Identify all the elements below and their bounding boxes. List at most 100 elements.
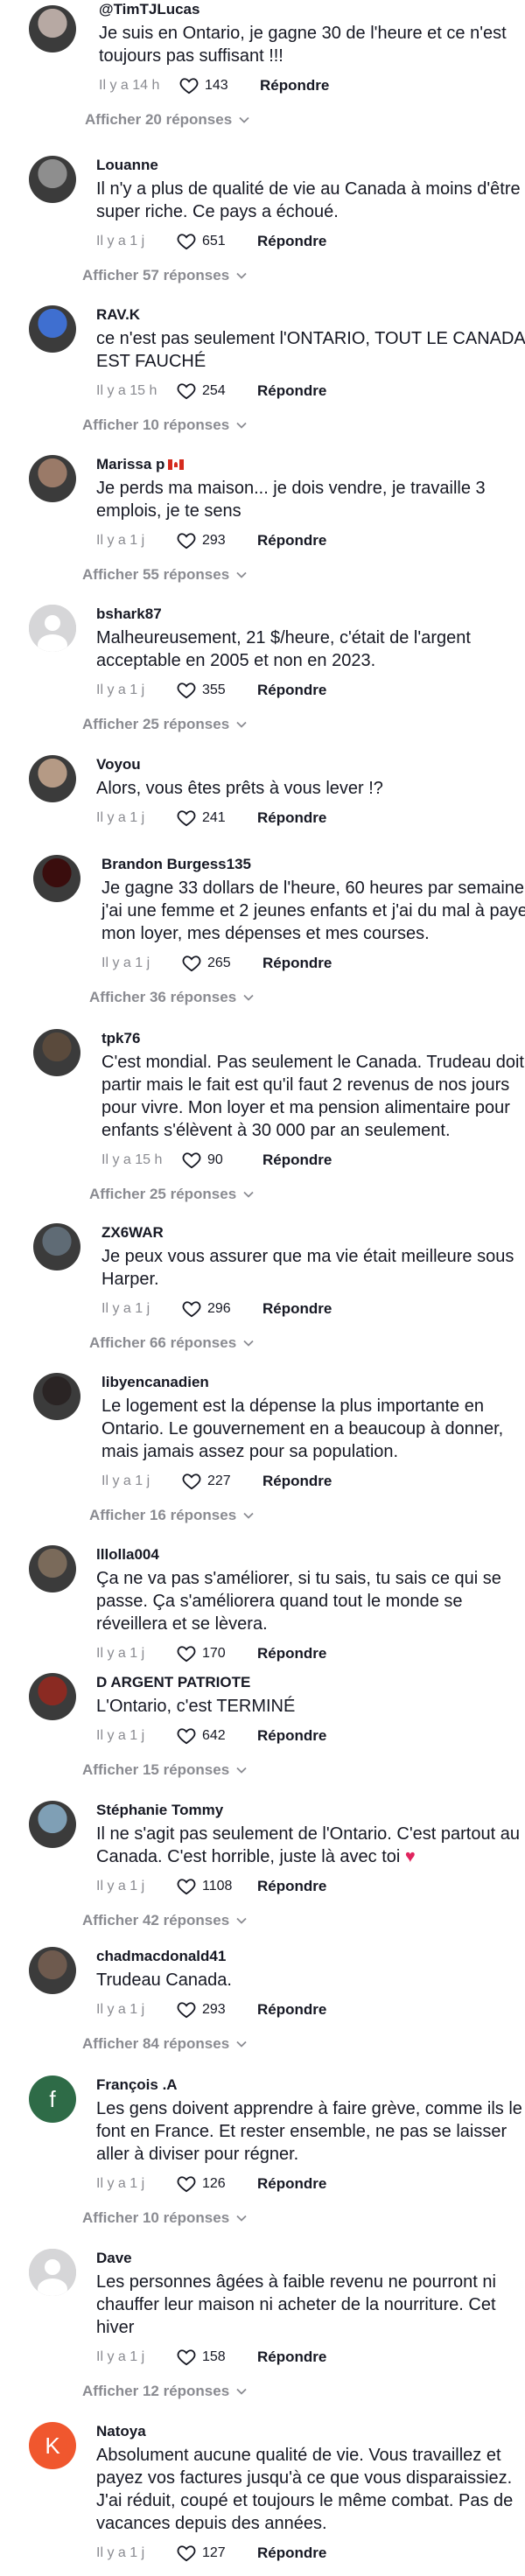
comment-username[interactable]: Louanne bbox=[96, 156, 525, 175]
like-button[interactable]: 1108 bbox=[177, 1878, 257, 1895]
like-button[interactable]: 90 bbox=[182, 1152, 262, 1169]
view-replies-button[interactable]: Afficher 55 réponses bbox=[82, 566, 525, 584]
avatar[interactable] bbox=[29, 1947, 76, 1994]
avatar[interactable] bbox=[29, 1673, 76, 1720]
like-button[interactable]: 651 bbox=[177, 233, 257, 250]
reply-button[interactable]: Répondre bbox=[262, 1473, 332, 1490]
heart-icon bbox=[177, 2348, 202, 2366]
comment-username[interactable]: Stéphanie Tommy bbox=[96, 1801, 525, 1820]
reply-button[interactable]: Répondre bbox=[257, 2348, 326, 2366]
reply-button[interactable]: Répondre bbox=[262, 955, 332, 972]
like-button[interactable]: 227 bbox=[182, 1473, 262, 1490]
comment-text-line: vacances depuis des années. bbox=[96, 2514, 327, 2533]
comment-timestamp: Il y a 1 j bbox=[96, 2545, 145, 2560]
avatar[interactable] bbox=[29, 1545, 76, 1592]
comment-text: Il n'y a plus de qualité de vie au Canad… bbox=[96, 178, 525, 223]
comment-username[interactable]: Dave bbox=[96, 2249, 525, 2268]
like-button[interactable]: 241 bbox=[177, 809, 257, 827]
view-replies-button[interactable]: Afficher 10 réponses bbox=[82, 2209, 525, 2227]
reply-button[interactable]: Répondre bbox=[257, 532, 326, 550]
like-count: 241 bbox=[202, 810, 226, 825]
comment-username[interactable]: libyencanadien bbox=[102, 1373, 525, 1392]
like-button[interactable]: 170 bbox=[177, 1645, 257, 1662]
view-replies-button[interactable]: Afficher 42 réponses bbox=[82, 1912, 525, 1929]
comment-username[interactable]: bshark87 bbox=[96, 605, 525, 624]
comment-username[interactable]: Marissa p bbox=[96, 455, 525, 474]
avatar[interactable] bbox=[29, 2249, 76, 2296]
view-replies-button[interactable]: Afficher 36 réponses bbox=[89, 989, 525, 1006]
avatar[interactable] bbox=[33, 1223, 80, 1270]
avatar[interactable] bbox=[33, 1029, 80, 1076]
view-replies-button[interactable]: Afficher 15 réponses bbox=[82, 1761, 525, 1779]
comment-username[interactable]: Brandon Burgess135 bbox=[102, 855, 525, 874]
like-button[interactable]: 296 bbox=[182, 1300, 262, 1318]
avatar[interactable] bbox=[29, 455, 76, 502]
view-replies-label: Afficher 10 réponses bbox=[82, 2209, 230, 2226]
comment-timestamp: Il y a 1 j bbox=[96, 1728, 145, 1743]
comment-username[interactable]: Voyou bbox=[96, 755, 525, 774]
like-button[interactable]: 143 bbox=[179, 77, 260, 94]
like-button[interactable]: 254 bbox=[177, 382, 257, 400]
avatar[interactable] bbox=[29, 755, 76, 802]
comment-username[interactable]: tpk76 bbox=[102, 1029, 525, 1048]
avatar[interactable] bbox=[29, 156, 76, 203]
reply-button[interactable]: Répondre bbox=[262, 1300, 332, 1318]
reply-button[interactable]: Répondre bbox=[257, 809, 326, 827]
reply-button[interactable]: Répondre bbox=[257, 382, 326, 400]
reply-button[interactable]: Répondre bbox=[262, 1152, 332, 1169]
reply-button[interactable]: Répondre bbox=[260, 77, 329, 94]
comment-text-line: mais jamais assez pour sa population. bbox=[102, 1442, 399, 1461]
avatar[interactable] bbox=[29, 305, 76, 353]
reply-button[interactable]: Répondre bbox=[257, 1645, 326, 1662]
like-count: 1108 bbox=[202, 1879, 233, 1894]
like-button[interactable]: 355 bbox=[177, 682, 257, 699]
reply-button[interactable]: Répondre bbox=[257, 2001, 326, 2019]
avatar[interactable]: f bbox=[29, 2076, 76, 2123]
reply-button[interactable]: Répondre bbox=[257, 233, 326, 250]
like-button[interactable]: 642 bbox=[177, 1727, 257, 1745]
view-replies-button[interactable]: Afficher 84 réponses bbox=[82, 2035, 525, 2053]
comment-text-line: Trudeau Canada. bbox=[96, 1970, 232, 1990]
chevron-down-icon bbox=[229, 2388, 247, 2395]
avatar[interactable] bbox=[29, 1801, 76, 1848]
comment-username[interactable]: chadmacdonald41 bbox=[96, 1947, 525, 1966]
avatar[interactable] bbox=[29, 5, 76, 52]
heart-icon bbox=[177, 809, 202, 827]
view-replies-button[interactable]: Afficher 66 réponses bbox=[89, 1334, 525, 1352]
like-button[interactable]: 293 bbox=[177, 532, 257, 550]
avatar[interactable] bbox=[29, 605, 76, 652]
reply-button[interactable]: Répondre bbox=[257, 2544, 326, 2562]
comment-username[interactable]: RAV.K bbox=[96, 305, 525, 325]
comment-username[interactable]: François .A bbox=[96, 2076, 525, 2095]
comment-text: Il ne s'agit pas seulement de l'Ontario.… bbox=[96, 1823, 525, 1868]
username-text: Louanne bbox=[96, 157, 158, 173]
comment-text-line: Je gagne 33 dollars de l'heure, 60 heure… bbox=[102, 878, 525, 898]
reply-button[interactable]: Répondre bbox=[257, 1727, 326, 1745]
comment-username[interactable]: Natoya bbox=[96, 2422, 525, 2441]
avatar[interactable]: K bbox=[29, 2422, 76, 2469]
like-button[interactable]: 127 bbox=[177, 2544, 257, 2562]
view-replies-label: Afficher 25 réponses bbox=[89, 1186, 237, 1202]
comment-meta: Il y a 1 j 241 Répondre bbox=[96, 807, 525, 830]
comment-username[interactable]: @TimTJLucas bbox=[99, 0, 525, 19]
like-button[interactable]: 158 bbox=[177, 2348, 257, 2366]
view-replies-button[interactable]: Afficher 25 réponses bbox=[82, 716, 525, 733]
like-button[interactable]: 293 bbox=[177, 2001, 257, 2019]
avatar[interactable] bbox=[33, 855, 80, 902]
comment-username[interactable]: lllolla004 bbox=[96, 1545, 525, 1564]
comment-username[interactable]: ZX6WAR bbox=[102, 1223, 525, 1242]
like-button[interactable]: 126 bbox=[177, 2175, 257, 2193]
like-button[interactable]: 265 bbox=[182, 955, 262, 972]
view-replies-button[interactable]: Afficher 25 réponses bbox=[89, 1186, 525, 1203]
reply-button[interactable]: Répondre bbox=[257, 682, 326, 699]
comment-username[interactable]: D ARGENT PATRIOTE bbox=[96, 1673, 525, 1692]
avatar[interactable] bbox=[33, 1373, 80, 1420]
like-count: 296 bbox=[207, 1301, 231, 1316]
reply-button[interactable]: Répondre bbox=[257, 1878, 326, 1895]
view-replies-button[interactable]: Afficher 57 réponses bbox=[82, 267, 525, 284]
view-replies-button[interactable]: Afficher 20 réponses bbox=[85, 111, 525, 129]
reply-button[interactable]: Répondre bbox=[257, 2175, 326, 2193]
view-replies-button[interactable]: Afficher 12 réponses bbox=[82, 2383, 525, 2400]
view-replies-button[interactable]: Afficher 10 réponses bbox=[82, 416, 525, 434]
view-replies-button[interactable]: Afficher 16 réponses bbox=[89, 1507, 525, 1524]
